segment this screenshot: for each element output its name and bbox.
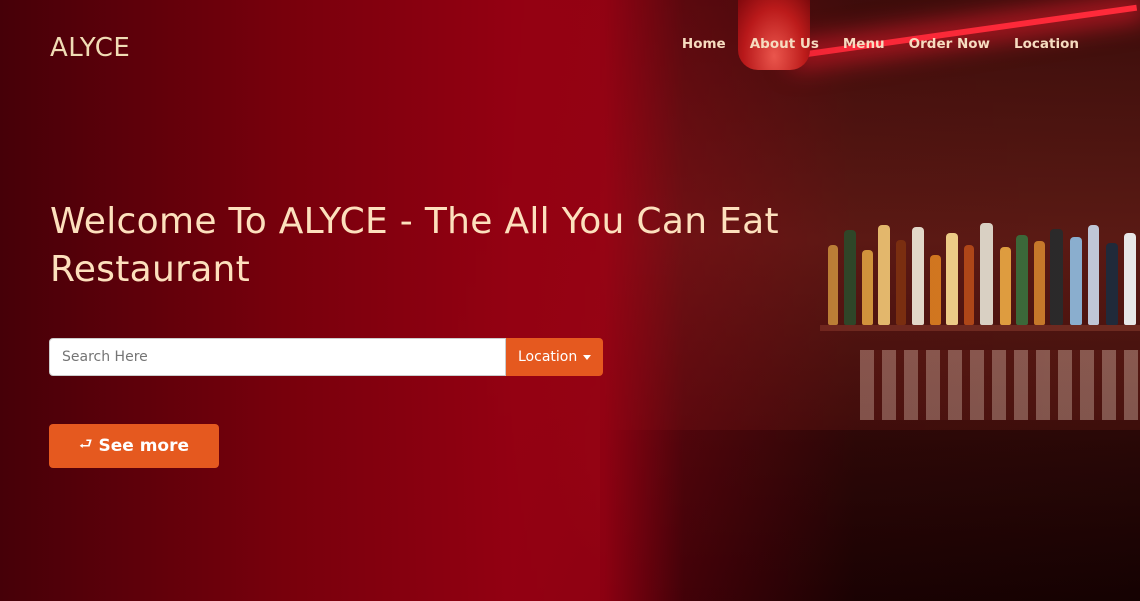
arrow-down-icon: ⮐: [78, 434, 93, 453]
nav-menu[interactable]: Menu: [843, 36, 885, 52]
caret-down-icon: [583, 354, 592, 360]
location-button-label: Location: [518, 349, 578, 365]
nav-about-us[interactable]: About Us: [750, 36, 819, 52]
hero-headline: Welcome To ALYCE - The All You Can Eat R…: [50, 201, 779, 290]
main-nav: Home About Us Menu Order Now Location: [682, 36, 1079, 52]
see-more-button[interactable]: ⮐ See more: [49, 424, 219, 468]
nav-home[interactable]: Home: [682, 36, 726, 52]
red-gradient-overlay: [0, 0, 1140, 601]
see-more-label: See more: [98, 436, 190, 456]
search-bar: Location: [49, 338, 604, 376]
nav-order-now[interactable]: Order Now: [909, 36, 990, 52]
search-input[interactable]: [49, 338, 506, 376]
hero-section: ALYCE Home About Us Menu Order Now Locat…: [0, 0, 1140, 601]
nav-location[interactable]: Location: [1014, 36, 1079, 52]
location-dropdown-button[interactable]: Location: [506, 338, 604, 376]
brand-logo[interactable]: ALYCE: [50, 33, 130, 63]
